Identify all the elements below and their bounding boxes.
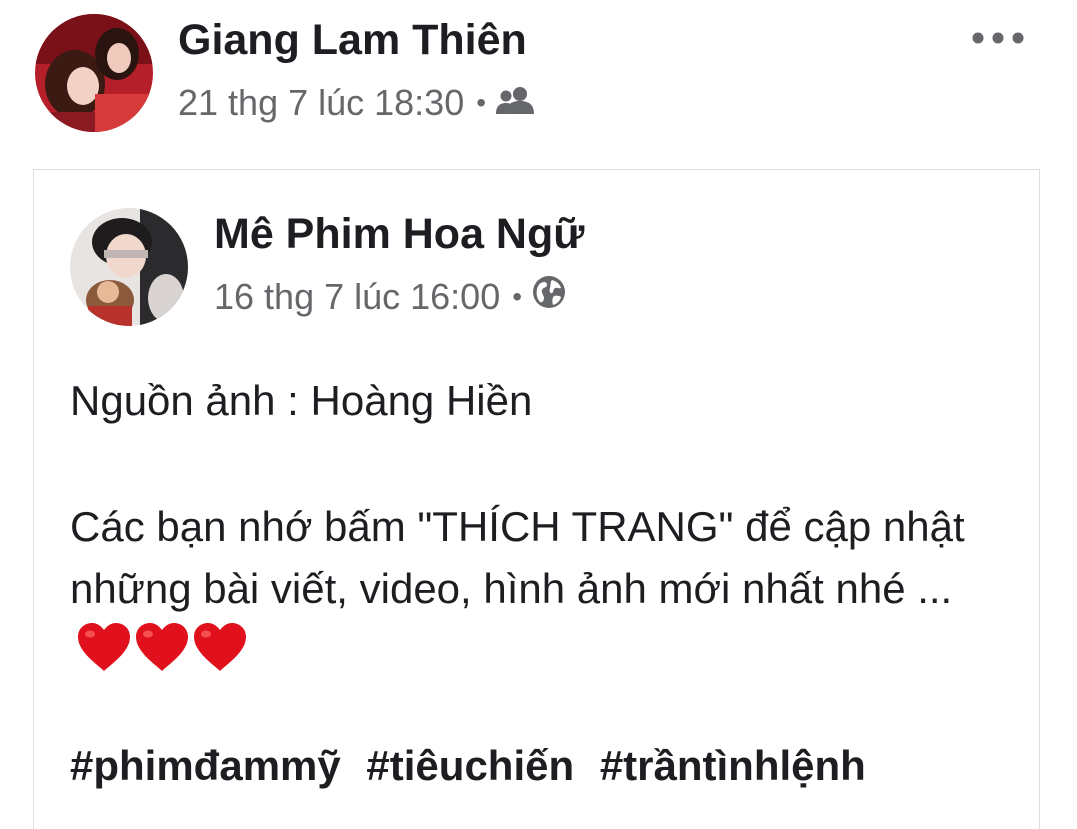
shared-post-card[interactable]: Mê Phim Hoa Ngữ 16 thg 7 lúc 16:00 • Ngu… [33,169,1040,829]
shared-post-meta: 16 thg 7 lúc 16:00 • [214,275,566,318]
hashtag-link[interactable]: #trầntìnhlệnh [600,742,866,789]
author-name[interactable]: Giang Lam Thiên [178,16,527,65]
page-avatar[interactable] [70,208,188,326]
more-options-icon[interactable] [968,20,1028,56]
globe-icon[interactable] [532,275,566,318]
meta-separator: • [476,87,487,118]
hashtag-link[interactable]: #phimđammỹ [70,742,341,789]
heart-emoji [194,623,246,671]
friends-icon[interactable] [496,82,535,124]
post-meta: 21 thg 7 lúc 18:30 • [178,82,535,124]
hashtag-list: #phimđammỹ #tiêuchiến #trầntìnhlệnh [70,742,880,790]
author-avatar[interactable] [35,14,153,132]
hashtag-link[interactable]: #tiêuchiến [366,742,574,789]
heart-emoji [78,623,130,671]
shared-post-timestamp[interactable]: 16 thg 7 lúc 16:00 [214,276,500,318]
heart-emoji [136,623,188,671]
hearts-emoji-group [76,621,250,673]
post-timestamp[interactable]: 21 thg 7 lúc 18:30 [178,82,464,124]
post-text-body-content: Các bạn nhớ bấm "THÍCH TRANG" để cập nhậ… [70,503,965,612]
post-text-body: Các bạn nhớ bấm "THÍCH TRANG" để cập nhậ… [70,496,1010,682]
meta-separator: • [512,280,523,312]
page-name[interactable]: Mê Phim Hoa Ngữ [214,210,584,259]
post-text-source: Nguồn ảnh : Hoàng Hiền [70,377,533,424]
